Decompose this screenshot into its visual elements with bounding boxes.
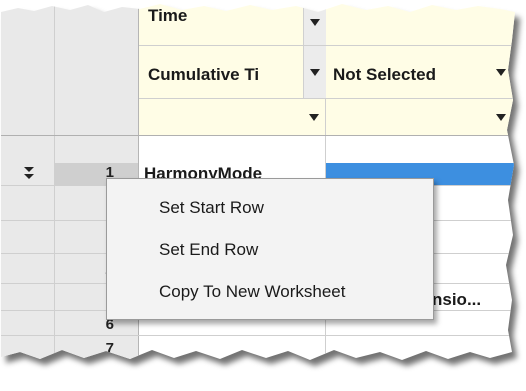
menu-item-set-start-row[interactable]: Set Start Row <box>107 189 433 227</box>
chevron-down-icon <box>309 113 319 121</box>
menu-item-set-end-row[interactable]: Set End Row <box>107 231 433 269</box>
row-5-cell-text: nsio... <box>432 290 482 309</box>
chevron-down-icon <box>310 68 320 76</box>
context-menu: Set Start Row Set End Row Copy To New Wo… <box>106 178 434 320</box>
chevron-down-icon <box>496 113 506 121</box>
cumulative-time-dropdown[interactable] <box>303 46 326 98</box>
col1-filter-dropdown[interactable] <box>303 99 325 135</box>
double-chevron-icon[interactable] <box>22 165 36 183</box>
chevron-down-icon <box>310 19 320 26</box>
chevron-down-icon <box>496 68 506 76</box>
cumulative-time-header-label: Cumulative Ti <box>148 65 260 84</box>
menu-item-copy-to-new-worksheet[interactable]: Copy To New Worksheet <box>107 273 433 311</box>
not-selected-header-label: Not Selected <box>333 65 436 84</box>
row-selector-column <box>1 4 54 360</box>
worksheet-screenshot: Time Cumulative Ti Not Selected 1 Harmon… <box>0 0 526 385</box>
